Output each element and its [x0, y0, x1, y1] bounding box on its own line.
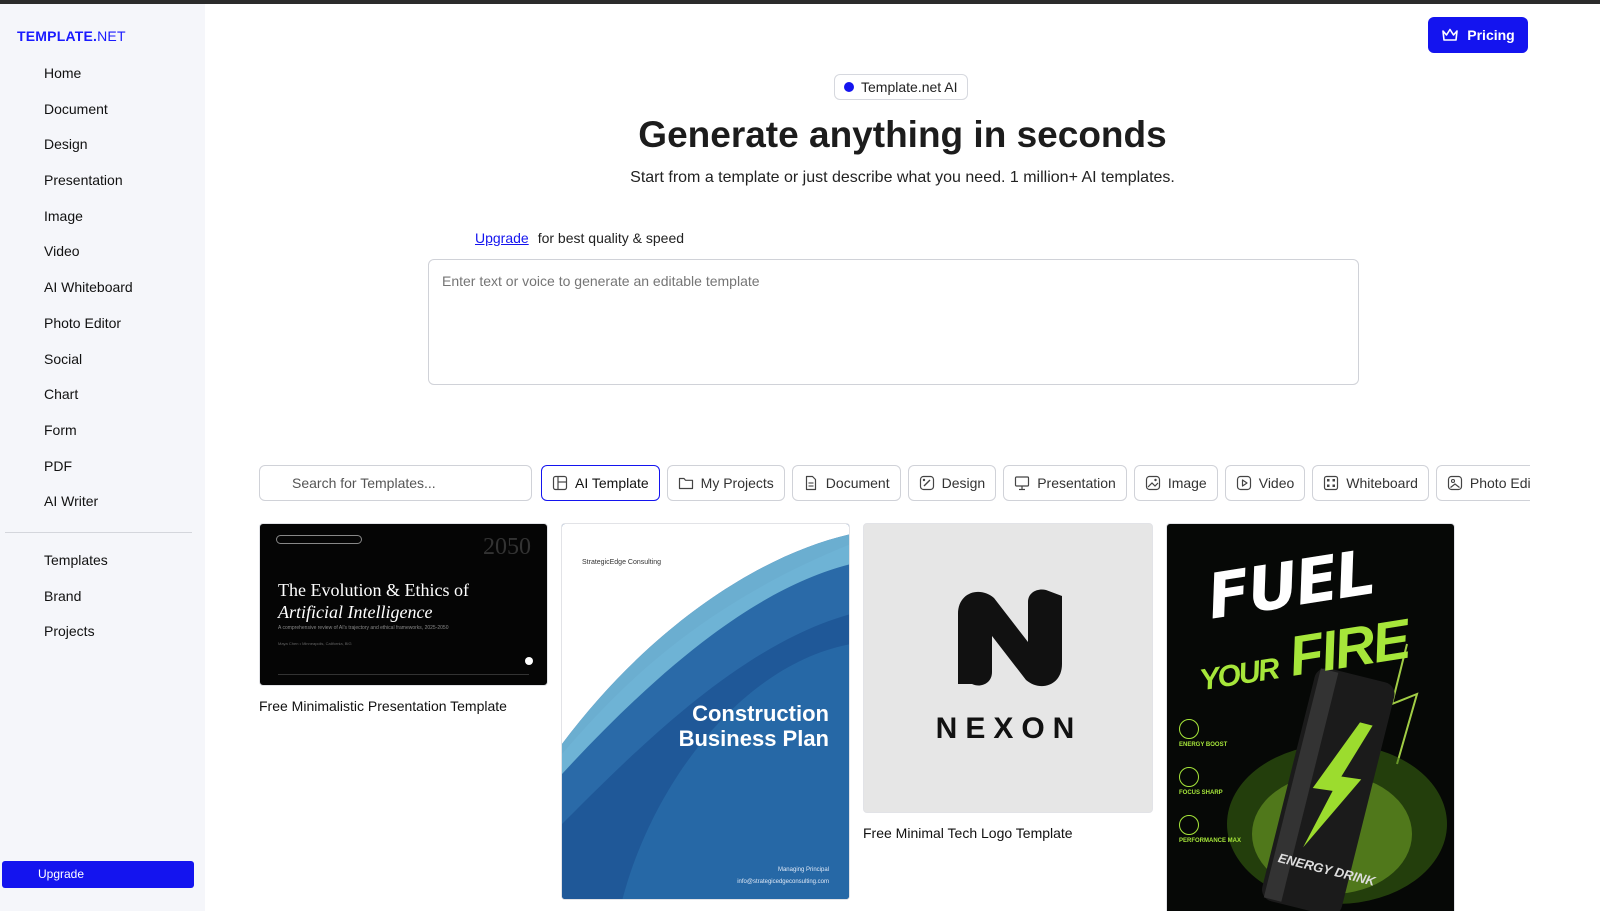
prompt-input[interactable]	[428, 259, 1359, 385]
main-content: Pricing Template.net AI Generate anythin…	[205, 4, 1600, 911]
template-thumbnail[interactable]: FUEL YOUR FIRE ENERGY BOOST FOCUS SHARP …	[1166, 523, 1455, 911]
thumb-year: 2050	[483, 534, 531, 560]
crown-icon	[1442, 28, 1459, 41]
sidebar-divider	[5, 532, 192, 533]
photo-editor-icon	[1447, 475, 1462, 491]
thumb-wordmark: NEXON	[935, 712, 1083, 745]
template-thumbnail[interactable]: NEXON	[863, 523, 1153, 813]
chip-label: Document	[825, 475, 890, 491]
pricing-label: Pricing	[1467, 27, 1515, 43]
chip-label: My Projects	[700, 475, 774, 491]
sidebar-item-document[interactable]: Document	[44, 99, 194, 135]
sidebar-item-photo-editor[interactable]: Photo Editor	[44, 313, 194, 349]
folder-icon	[678, 477, 693, 490]
runner-icon	[1179, 815, 1199, 835]
sidebar-item-design[interactable]: Design	[44, 134, 194, 170]
template-card[interactable]: FUEL YOUR FIRE ENERGY BOOST FOCUS SHARP …	[1166, 523, 1455, 911]
template-card[interactable]: 2050 The Evolution & Ethics of Artificial…	[259, 523, 548, 714]
sidebar-item-video[interactable]: Video	[44, 241, 194, 277]
page-title: Generate anything in seconds	[638, 114, 1167, 155]
bolt-icon	[1179, 719, 1199, 739]
search-icon	[272, 477, 282, 487]
thumb-rule	[278, 674, 529, 675]
feature-focus: FOCUS SHARP	[1179, 767, 1223, 797]
chip-document[interactable]: Document	[791, 465, 901, 501]
upgrade-notice: Upgrade for best quality & speed	[475, 230, 684, 246]
sidebar-item-projects[interactable]: Projects	[44, 621, 194, 657]
dot-icon	[844, 82, 854, 92]
target-icon	[1179, 767, 1199, 787]
template-title[interactable]: Free Minimal Tech Logo Template	[863, 825, 1153, 841]
chip-image[interactable]: Image	[1133, 465, 1218, 501]
chip-label: Presentation	[1037, 475, 1116, 491]
sidebar-upgrade-button[interactable]: Upgrade	[2, 861, 194, 888]
presentation-icon	[1015, 476, 1030, 491]
pricing-button[interactable]: Pricing	[1428, 17, 1528, 53]
template-search[interactable]: Search for Templates...	[259, 465, 532, 501]
template-card[interactable]: NEXON Free Minimal Tech Logo Template	[863, 523, 1153, 841]
search-placeholder: Search for Templates...	[292, 475, 436, 491]
thumb-heading: The Evolution & Ethics of Artificial Inte…	[278, 580, 469, 622]
sidebar-item-home[interactable]: Home	[44, 63, 194, 99]
sidebar-item-ai-whiteboard[interactable]: AI Whiteboard	[44, 277, 194, 313]
template-card[interactable]: StrategicEdge Consulting Construction Bus…	[561, 523, 850, 900]
chip-design[interactable]: Design	[907, 465, 997, 501]
sidebar-item-pdf[interactable]: PDF	[44, 456, 194, 492]
document-icon	[805, 475, 816, 491]
thumb-meta: Maya Chen • Minneapolis, California, BIG	[278, 641, 352, 646]
thumb-company: StrategicEdge Consulting	[582, 559, 661, 566]
ai-badge-label: Template.net AI	[861, 79, 958, 95]
design-icon	[919, 475, 934, 491]
sidebar: TEMPLATE.NET Home Document Design Presen…	[0, 4, 205, 911]
thumb-pill	[276, 535, 362, 544]
chip-label: Video	[1258, 475, 1295, 491]
upgrade-link[interactable]: Upgrade	[475, 230, 529, 246]
template-thumbnail[interactable]: StrategicEdge Consulting Construction Bus…	[561, 523, 850, 900]
chip-label: Photo Editor	[1469, 475, 1530, 491]
thumb-footer: Managing Principal info@strategicedgecons…	[737, 867, 829, 885]
chip-video[interactable]: Video	[1224, 465, 1306, 501]
chip-label: Design	[941, 475, 986, 491]
feature-energy: ENERGY BOOST	[1179, 719, 1227, 749]
n-logo-icon	[958, 589, 1062, 687]
page-subtitle: Start from a template or just describe w…	[630, 169, 1175, 186]
thumb-subtitle: A comprehensive review of AI's trajector…	[278, 625, 449, 631]
sidebar-nav: Home Document Design Presentation Image …	[44, 63, 194, 527]
sidebar-item-templates[interactable]: Templates	[44, 550, 194, 586]
chip-label: Whiteboard	[1346, 475, 1418, 491]
logo[interactable]: TEMPLATE.NET	[17, 28, 126, 44]
category-chips: AI Template My Projects Document Design …	[541, 465, 1530, 501]
image-icon	[1145, 475, 1160, 491]
upgrade-notice-text: for best quality & speed	[537, 230, 685, 246]
sidebar-item-chart[interactable]: Chart	[44, 384, 194, 420]
template-thumbnail[interactable]: 2050 The Evolution & Ethics of Artificial…	[259, 523, 548, 686]
sidebar-secondary-nav: Templates Brand Projects	[44, 550, 194, 657]
chip-label: AI Template	[575, 475, 649, 491]
thumb-heading: Construction Business Plan	[678, 701, 829, 751]
whiteboard-icon	[1324, 475, 1339, 491]
sidebar-item-form[interactable]: Form	[44, 420, 194, 456]
ai-badge: Template.net AI	[834, 74, 968, 100]
chip-whiteboard[interactable]: Whiteboard	[1312, 465, 1429, 501]
sidebar-item-image[interactable]: Image	[44, 206, 194, 242]
chip-ai-template[interactable]: AI Template	[541, 465, 660, 501]
sidebar-item-brand[interactable]: Brand	[44, 586, 194, 622]
layout-icon	[552, 475, 568, 491]
sidebar-item-presentation[interactable]: Presentation	[44, 170, 194, 206]
chip-presentation[interactable]: Presentation	[1003, 465, 1127, 501]
chip-my-projects[interactable]: My Projects	[666, 465, 785, 501]
chip-label: Image	[1167, 475, 1207, 491]
thumb-dot	[525, 657, 533, 665]
feature-performance: PERFORMANCE MAX	[1179, 815, 1241, 845]
sidebar-item-ai-writer[interactable]: AI Writer	[44, 491, 194, 527]
template-title[interactable]: Free Minimalistic Presentation Template	[259, 698, 548, 714]
sidebar-item-social[interactable]: Social	[44, 349, 194, 385]
video-icon	[1236, 475, 1251, 491]
chip-photo-editor[interactable]: Photo Editor	[1435, 465, 1530, 501]
